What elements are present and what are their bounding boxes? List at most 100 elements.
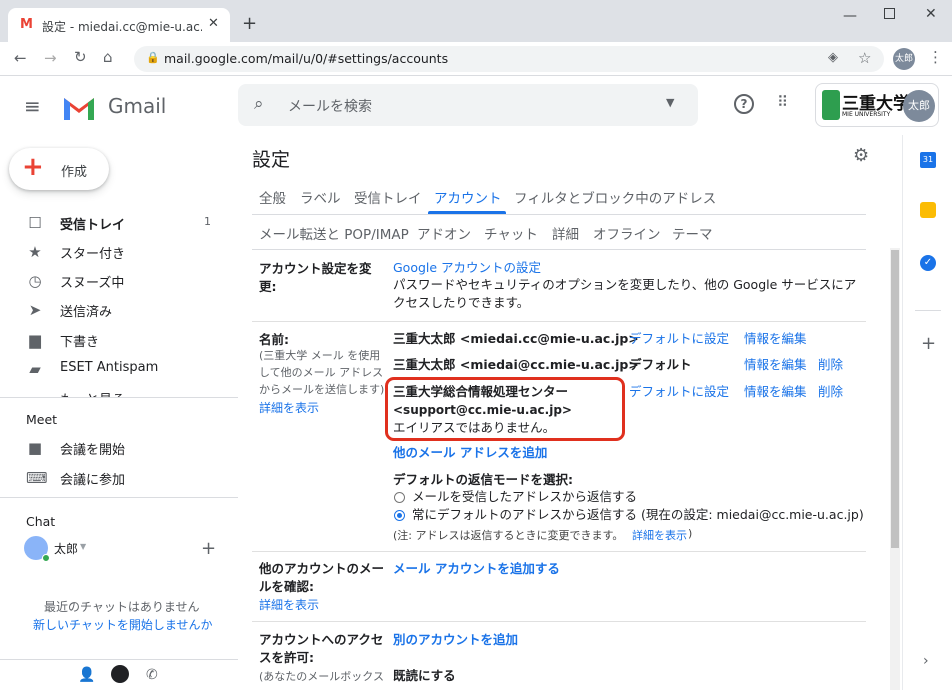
home-icon[interactable]: ⌂ — [103, 48, 113, 66]
tasks-icon[interactable]: ✓ — [920, 255, 936, 271]
clock-icon: ◷ — [28, 272, 42, 290]
new-chat-button[interactable]: + — [201, 538, 216, 559]
sidebar-item-starred[interactable]: ★ スター付き — [0, 237, 230, 266]
help-icon[interactable]: ? — [734, 94, 754, 114]
browser-tab[interactable]: M 設定 - miedai.cc@mie-u.ac.jp - 三 ✕ — [8, 8, 230, 42]
lock-icon: 🔒 — [146, 51, 160, 64]
app-name: Gmail — [108, 94, 167, 118]
inbox-icon: ☐ — [28, 214, 42, 232]
reply-option-1-radio[interactable] — [394, 492, 405, 503]
add-addon-icon[interactable]: + — [921, 333, 936, 354]
tab-filters[interactable]: フィルタとブロック中のアドレス — [514, 187, 716, 207]
gear-icon[interactable]: ⚙ — [853, 145, 869, 166]
search-options-icon[interactable]: ▼ — [666, 96, 674, 109]
video-icon: ■ — [27, 439, 43, 457]
tab-offline[interactable]: オフライン — [593, 223, 661, 243]
tab-themes[interactable]: テーマ — [672, 223, 713, 243]
reply-option-2-radio[interactable] — [394, 510, 405, 521]
name-note: (三重大学 メール を使用して他のメール アドレスからメールを送信します) — [259, 349, 385, 396]
divider — [252, 321, 866, 322]
tab-general[interactable]: 全般 — [259, 187, 286, 207]
reply-option-2-label[interactable]: 常にデフォルトのアドレスから返信する (現在の設定: miedai@cc.mie… — [412, 506, 864, 524]
sidebar-item-sent[interactable]: ➤ 送信済み — [0, 295, 230, 324]
meet-join-meeting[interactable]: ⌨ 会議に参加 — [0, 463, 230, 492]
sidebar: + 作成 ☐ 受信トレイ 1 ★ スター付き ◷ スヌーズ中 ➤ 送信済み ▆ … — [0, 135, 238, 690]
highlight-box — [385, 377, 625, 441]
account-switcher[interactable]: 三重大学 MIE UNIVERSITY 太郎 — [815, 83, 939, 127]
edit-info-link[interactable]: 情報を編集 — [744, 356, 807, 374]
sidebar-item-more[interactable]: もっと見る — [0, 387, 230, 397]
make-default-link[interactable]: デフォルトに設定 — [629, 330, 729, 348]
send-icon: ➤ — [28, 301, 42, 319]
tab-accounts[interactable]: アカウント — [434, 187, 502, 207]
google-account-settings-link[interactable]: Google アカウントの設定 — [393, 259, 541, 277]
tab-addons[interactable]: アドオン — [417, 223, 471, 243]
tab-title: 設定 - miedai.cc@mie-u.ac.jp - 三 — [42, 20, 202, 34]
reload-icon[interactable]: ↻ — [74, 48, 87, 66]
close-tab-icon[interactable]: ✕ — [208, 16, 219, 31]
chevron-down-icon[interactable]: ▼ — [80, 542, 86, 551]
keep-icon[interactable] — [920, 202, 936, 218]
profile-avatar[interactable]: 太郎 — [893, 48, 915, 70]
divider — [915, 310, 941, 311]
chat-bubble-icon[interactable] — [111, 665, 129, 683]
edit-info-link[interactable]: 情報を編集 — [744, 383, 807, 401]
reply-option-1-label[interactable]: メールを受信したアドレスから返信する — [412, 488, 637, 506]
gmail-header: ≡ Gmail ⌕ メールを検索 ▼ ? ⠿ 三重大学 MIE UNIVERSI… — [0, 77, 952, 135]
calendar-icon[interactable]: 31 — [920, 152, 936, 168]
person-icon[interactable]: 👤 — [78, 667, 95, 683]
forward-icon[interactable]: → — [44, 49, 57, 67]
no-chats-text: 最近のチャットはありません — [44, 600, 200, 614]
gmail-logo-icon[interactable] — [62, 94, 96, 120]
add-another-account-link[interactable]: 別のアカウントを追加 — [393, 631, 518, 649]
compose-button[interactable]: + 作成 — [9, 148, 109, 190]
scrollbar-thumb[interactable] — [891, 250, 899, 548]
sidebar-item-eset-antispam[interactable]: ▰ ESET Antispam — [0, 354, 230, 383]
divider — [0, 497, 238, 498]
apps-grid-icon[interactable]: ⠿ — [777, 93, 788, 111]
plus-icon: + — [22, 152, 44, 182]
edit-info-link[interactable]: 情報を編集 — [744, 330, 807, 348]
search-box[interactable]: ⌕ メールを検索 ▼ — [238, 84, 698, 126]
reply-note: (注: アドレスは返信するときに変更できます。 — [393, 529, 624, 542]
sidebar-item-inbox[interactable]: ☐ 受信トレイ 1 — [0, 208, 230, 237]
minimize-window-button[interactable]: — — [843, 8, 857, 24]
add-address-link[interactable]: 他のメール アドレスを追加 — [393, 444, 547, 462]
grant-access-note: (あなたのメールボックス — [259, 670, 384, 683]
tab-forwarding[interactable]: メール転送と POP/IMAP — [259, 223, 409, 243]
sidebar-item-label: スター付き — [60, 247, 126, 262]
search-input[interactable]: メールを検索 — [288, 96, 372, 116]
maximize-window-button[interactable] — [884, 8, 895, 19]
sidebar-item-drafts[interactable]: ▆ 下書き — [0, 325, 230, 354]
meet-start-meeting[interactable]: ■ 会議を開始 — [0, 433, 230, 462]
account-change-label: アカウント設定を変更: — [259, 261, 372, 294]
make-default-link[interactable]: デフォルトに設定 — [629, 383, 729, 401]
reply-details-link[interactable]: 詳細を表示 — [632, 527, 687, 543]
main-menu-icon[interactable]: ≡ — [24, 94, 41, 118]
browser-toolbar: ← → ↻ ⌂ 🔒 mail.google.com/mail/u/0/#sett… — [0, 42, 952, 76]
new-tab-button[interactable]: + — [242, 13, 257, 34]
phone-icon[interactable]: ✆ — [146, 667, 158, 683]
close-window-button[interactable]: ✕ — [925, 6, 937, 22]
bookmark-star-icon[interactable]: ☆ — [858, 49, 871, 67]
tab-chat[interactable]: チャット — [484, 223, 538, 243]
add-mail-account-link[interactable]: メール アカウントを追加する — [393, 560, 560, 578]
chat-user-name[interactable]: 太郎 — [54, 540, 78, 557]
eye-icon[interactable]: ◈ — [828, 50, 838, 65]
delete-link[interactable]: 削除 — [818, 383, 843, 401]
name-details-link[interactable]: 詳細を表示 — [259, 399, 319, 416]
check-mail-details-link[interactable]: 詳細を表示 — [259, 596, 319, 613]
scrollbar[interactable] — [890, 248, 900, 690]
delete-link[interactable]: 削除 — [818, 356, 843, 374]
sidebar-item-snoozed[interactable]: ◷ スヌーズ中 — [0, 266, 230, 295]
start-chat-link[interactable]: 新しいチャットを開始しませんか — [33, 616, 213, 633]
grant-access-label: アカウントへのアクセスを許可: — [259, 632, 384, 665]
search-icon[interactable]: ⌕ — [254, 94, 264, 114]
browser-menu-icon[interactable]: ⋮ — [928, 48, 943, 66]
chevron-right-icon[interactable]: › — [923, 653, 929, 669]
tab-inbox[interactable]: 受信トレイ — [354, 187, 422, 207]
tab-advanced[interactable]: 詳細 — [552, 223, 579, 243]
back-icon[interactable]: ← — [14, 49, 27, 67]
address-bar[interactable]: 🔒 mail.google.com/mail/u/0/#settings/acc… — [134, 46, 884, 72]
tab-labels[interactable]: ラベル — [300, 187, 341, 207]
